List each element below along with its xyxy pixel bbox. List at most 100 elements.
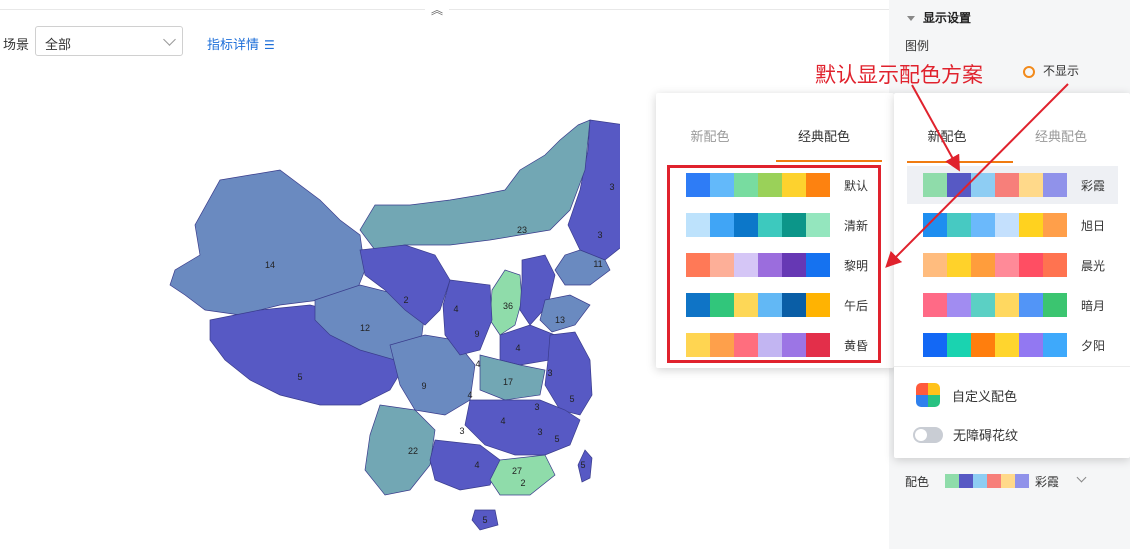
map-region[interactable]: [429, 439, 501, 491]
palette-option[interactable]: 旭日: [923, 213, 1105, 237]
color-swatch: [947, 293, 971, 317]
region-value: 4: [467, 390, 472, 400]
region-value: 3: [609, 182, 614, 192]
region-value: 4: [515, 343, 520, 353]
palette-name: 暗月: [1081, 298, 1106, 313]
palette-option[interactable]: 晨光: [923, 253, 1105, 277]
caret-down-icon: [907, 16, 915, 22]
color-swatch: [923, 293, 947, 317]
palette-icon-quadrant: [916, 383, 928, 395]
annotation-text: 默认显示配色方案: [815, 64, 983, 87]
legend-label: 图例: [905, 39, 930, 53]
color-swatch: [971, 213, 995, 237]
color-swatch: [923, 213, 947, 237]
list-icon: ☰: [264, 38, 275, 52]
map-region[interactable]: [359, 119, 591, 251]
color-swatch: [947, 213, 971, 237]
tab-classic-palette[interactable]: 经典配色: [1026, 126, 1096, 145]
new-palette-popup: 新配色 经典配色 彩霞旭日晨光暗月夕阳 自定义配色 无障碍花纹: [894, 93, 1130, 458]
indicator-detail-label: 指标详情: [207, 37, 260, 52]
divider: [894, 366, 1130, 367]
tab-classic-palette[interactable]: 经典配色: [790, 126, 858, 145]
indicator-detail-link[interactable]: 指标详情 ☰: [207, 34, 275, 53]
color-swatch: [1001, 474, 1015, 488]
region-value: 4: [453, 304, 458, 314]
color-swatch: [971, 333, 995, 357]
barrier-free-toggle-row[interactable]: 无障碍花纹: [913, 425, 1018, 444]
palette-name: 彩霞: [1081, 178, 1106, 193]
custom-palette-button[interactable]: 自定义配色: [916, 383, 1017, 407]
color-swatch: [995, 253, 1019, 277]
map-region[interactable]: [364, 404, 436, 496]
tab-new-palette[interactable]: 新配色: [912, 126, 982, 145]
color-swatch: [971, 173, 995, 197]
palette-swatches: [923, 213, 1067, 237]
tab-new-palette[interactable]: 新配色: [678, 126, 742, 145]
color-swatch: [971, 293, 995, 317]
color-swatch: [995, 173, 1019, 197]
region-value: 5: [569, 394, 574, 404]
map-region[interactable]: [539, 294, 591, 333]
color-swatch: [947, 253, 971, 277]
collapse-up-icon[interactable]: ︽: [425, 1, 449, 19]
color-swatch: [1043, 293, 1067, 317]
color-swatch: [1019, 293, 1043, 317]
color-swatch: [1019, 213, 1043, 237]
palette-icon-quadrant: [928, 395, 940, 407]
palette-name: 夕阳: [1081, 338, 1106, 353]
color-swatch: [947, 173, 971, 197]
color-swatch: [1043, 173, 1067, 197]
region-value: 23: [517, 225, 527, 235]
region-value: 2: [403, 295, 408, 305]
region-value: 5: [580, 460, 585, 470]
color-swatch: [1019, 253, 1043, 277]
palette-icon-quadrant: [916, 395, 928, 407]
current-color-swatches[interactable]: [945, 474, 1029, 488]
barrier-free-label: 无障碍花纹: [953, 428, 1019, 443]
radio-icon: [1023, 65, 1035, 78]
china-map: 3 3 23 11 14 2 4 9 36 4 13 12 5 9 4 3 17…: [169, 119, 620, 531]
color-swatch: [973, 474, 987, 488]
scene-select-value: 全部: [45, 37, 72, 52]
current-color-name[interactable]: 彩霞: [1035, 473, 1059, 490]
color-swatch: [945, 474, 959, 488]
color-swatch: [995, 333, 1019, 357]
color-swatch: [1043, 253, 1067, 277]
region-value: 4: [500, 416, 505, 426]
color-swatch: [923, 333, 947, 357]
display-settings-title[interactable]: 显示设置: [907, 9, 971, 26]
region-value: 36: [503, 301, 513, 311]
region-value: 11: [593, 259, 602, 269]
palette-swatches: [923, 293, 1067, 317]
legend-hide-label: 不显示: [1043, 64, 1080, 78]
region-value: 27: [512, 466, 522, 476]
barrier-free-toggle[interactable]: [913, 426, 943, 443]
region-value: 5: [297, 372, 302, 382]
region-value: 3: [597, 230, 602, 240]
color-swatch: [1019, 173, 1043, 197]
color-swatch: [1043, 333, 1067, 357]
color-swatch: [1015, 474, 1029, 488]
palette-icon: [916, 383, 940, 407]
palette-option[interactable]: 彩霞: [923, 173, 1105, 197]
map-region[interactable]: [489, 454, 556, 496]
color-swatch: [947, 333, 971, 357]
legend-hide-radio[interactable]: 不显示: [1023, 62, 1079, 79]
active-tab-indicator: [776, 160, 882, 162]
custom-palette-label: 自定义配色: [952, 388, 1018, 404]
scene-label: 场景: [3, 37, 30, 52]
region-value: 4: [474, 460, 479, 470]
color-swatch: [959, 474, 973, 488]
region-value: 17: [503, 377, 513, 387]
region-value: 3: [537, 427, 542, 437]
color-swatch: [995, 213, 1019, 237]
palette-option[interactable]: 夕阳: [923, 333, 1105, 357]
palette-option[interactable]: 暗月: [923, 293, 1105, 317]
region-value: 9: [474, 329, 479, 339]
palette-swatches: [923, 253, 1067, 277]
palette-name: 晨光: [1081, 258, 1106, 273]
palette-swatches: [923, 333, 1067, 357]
region-value: 5: [554, 434, 559, 444]
scene-select[interactable]: 全部: [35, 26, 183, 56]
map-region[interactable]: [499, 324, 556, 366]
